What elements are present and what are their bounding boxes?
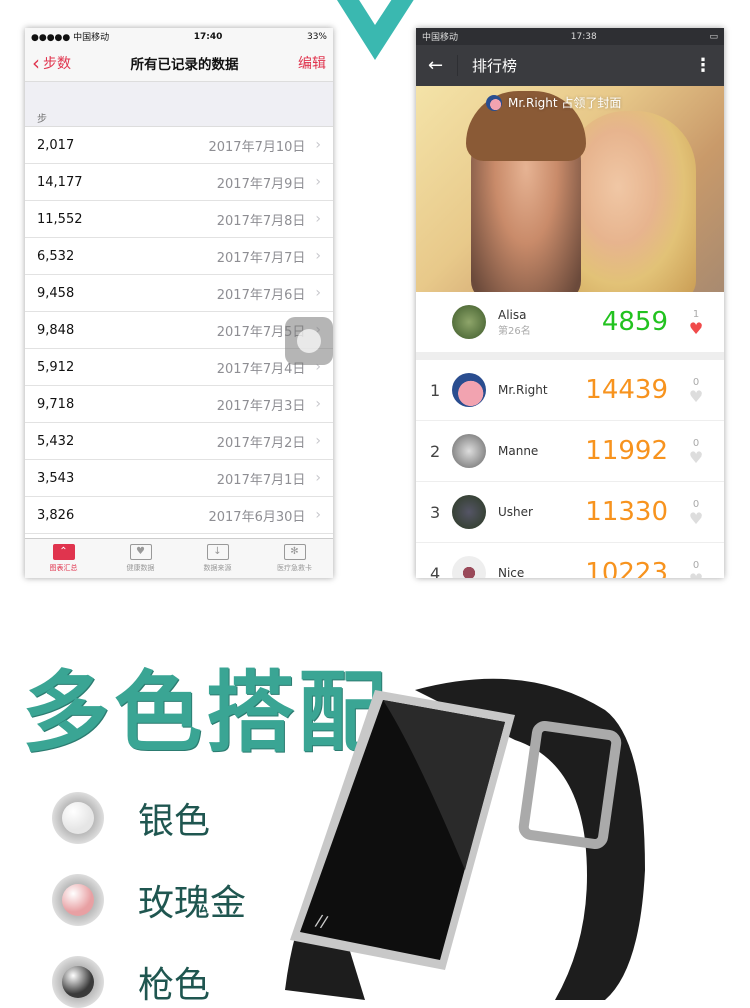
like-button[interactable]: 1 ♥ (682, 308, 710, 338)
chevron-right-icon: › (315, 248, 321, 264)
color-swatch (52, 792, 104, 844)
chevron-right-icon: › (315, 137, 321, 153)
tab-3[interactable]: ✻ 医疗急救卡 (256, 539, 333, 578)
record-row[interactable]: 6,532 2017年7月7日 › (25, 238, 333, 275)
record-row[interactable]: 3,826 2017年6月30日 › (25, 497, 333, 534)
ranking-row[interactable]: 3 Usher 11330 0 ♥ (416, 482, 724, 543)
medical-asterisk-icon: ✻ (283, 544, 306, 560)
heart-icon: ♥ (688, 509, 704, 528)
ranking-row[interactable]: 1 Mr.Right 14439 0 ♥ (416, 360, 724, 421)
assistive-touch-button[interactable] (285, 317, 333, 365)
record-row[interactable]: 5,432 2017年7月2日 › (25, 423, 333, 460)
record-row[interactable]: 9,458 2017年7月6日 › (25, 275, 333, 312)
heart-icon: ♥ (688, 387, 704, 406)
record-row[interactable]: 3,543 2017年7月1日 › (25, 460, 333, 497)
toolbar: ← 排行榜 ⋮ (416, 45, 724, 86)
record-row[interactable]: 11,552 2017年7月8日 › (25, 201, 333, 238)
status-bar: ●●●●● 中国移动 17:40 33% (25, 28, 333, 45)
chevron-right-icon: › (315, 174, 321, 190)
back-button[interactable]: ‹ 步数 (32, 51, 71, 75)
my-ranking-row[interactable]: Alisa 第26名 4859 1 ♥ (416, 292, 724, 360)
tab-1[interactable]: ♥ 健康数据 (102, 539, 179, 578)
ranking-app-screenshot: 中国移动 17:38 ▭ ← 排行榜 ⋮ Mr.Right 占领了封面 Alis… (416, 28, 724, 578)
tab-bar: ⌃ 图表汇总 ♥ 健康数据 ↓ 数据来源 ✻ 医疗急救卡 (25, 538, 333, 578)
like-button[interactable]: 0♥ (682, 498, 710, 528)
heart-icon: ♥ (688, 319, 704, 338)
heart-icon: ♥ (688, 448, 704, 467)
avatar (452, 373, 486, 407)
chevron-left-icon: ‹ (32, 51, 40, 75)
edit-button[interactable]: 编辑 (298, 53, 326, 73)
ranking-row[interactable]: 4Nice102230♥ (416, 543, 724, 578)
heart-icon: ♥ (682, 572, 710, 579)
color-option: 玫瑰金 (52, 874, 246, 926)
tab-2[interactable]: ↓ 数据来源 (179, 539, 256, 578)
health-app-screenshot: ●●●●● 中国移动 17:40 33% ‹ 步数 所有已记录的数据 编辑 步 2… (25, 28, 333, 578)
record-row[interactable]: 2,017 2017年7月10日 › (25, 127, 333, 164)
like-button[interactable]: 0♥ (682, 437, 710, 467)
avatar (486, 94, 502, 111)
color-option: 枪色 (52, 956, 210, 1008)
health-folder-icon: ♥ (129, 544, 152, 560)
page-title: 所有已记录的数据 (130, 57, 239, 73)
chevron-right-icon: › (315, 285, 321, 301)
record-row[interactable]: 14,177 2017年7月9日 › (25, 164, 333, 201)
page-title: 排行榜 (472, 57, 518, 75)
chevron-right-icon: › (315, 211, 321, 227)
tab-0[interactable]: ⌃ 图表汇总 (25, 539, 102, 578)
back-arrow-icon[interactable]: ← (428, 55, 458, 76)
cover-photo: Mr.Right 占领了封面 (416, 86, 724, 292)
source-heart-icon: ↓ (206, 544, 229, 560)
battery-icon: ▭ (709, 31, 718, 42)
chevron-right-icon: › (315, 433, 321, 449)
nav-bar: ‹ 步数 所有已记录的数据 编辑 (25, 45, 333, 82)
record-row[interactable]: 9,718 2017年7月3日 › (25, 386, 333, 423)
color-option: 银色 (52, 792, 210, 844)
status-bar: 中国移动 17:38 ▭ (416, 28, 724, 45)
section-header: 步 (25, 82, 333, 127)
color-swatch (52, 956, 104, 1008)
like-button[interactable]: 0♥ (682, 376, 710, 406)
chevron-right-icon: › (315, 470, 321, 486)
avatar (452, 434, 486, 468)
fitness-band-image: // (285, 678, 645, 1000)
cover-message: Mr.Right 占领了封面 (486, 94, 621, 111)
chevron-right-icon: › (315, 507, 321, 523)
color-swatch (52, 874, 104, 926)
ranking-row[interactable]: 2 Manne 11992 0 ♥ (416, 421, 724, 482)
avatar (452, 556, 486, 578)
avatar (452, 495, 486, 529)
avatar (452, 305, 486, 339)
chart-icon: ⌃ (52, 544, 75, 560)
like-button[interactable]: 0♥ (682, 559, 710, 578)
chevron-right-icon: › (315, 396, 321, 412)
more-menu-icon[interactable]: ⋮ (694, 55, 712, 76)
